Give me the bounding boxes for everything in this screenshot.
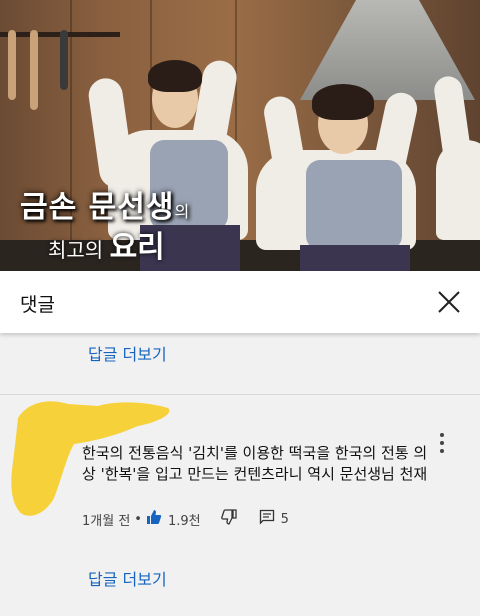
- comments-header: 댓글: [0, 271, 480, 333]
- comment-time: 1개월 전: [82, 513, 131, 529]
- thumbs-up-icon[interactable]: [146, 509, 162, 529]
- more-vert-icon[interactable]: [434, 431, 450, 455]
- video-player[interactable]: 금손 문선생의 최고의 요리: [0, 0, 480, 271]
- utensil: [60, 30, 68, 90]
- show-logo-subtitle: 최고의 요리: [48, 230, 165, 265]
- comment-meta: 1개월 전 • 1.9천 5: [82, 509, 289, 529]
- meta-separator: •: [134, 511, 142, 527]
- comments-title: 댓글: [20, 294, 55, 316]
- reply-icon[interactable]: [259, 509, 275, 529]
- like-count: 1.9천: [167, 513, 201, 529]
- divider: [0, 394, 480, 395]
- reply-count: 5: [280, 511, 289, 527]
- show-logo-title: 금손 문선생의: [20, 190, 191, 225]
- view-more-replies-button[interactable]: 답글 더보기: [88, 566, 167, 590]
- utensil: [30, 30, 38, 110]
- view-more-replies-button[interactable]: 답글 더보기: [88, 341, 167, 365]
- comment-text: 한국의 전통음식 '김치'를 이용한 떡국을 한국의 전통 의상 '한복'을 입…: [82, 444, 428, 483]
- close-icon[interactable]: [432, 285, 466, 319]
- utensil: [8, 30, 16, 100]
- thumbs-down-icon[interactable]: [220, 509, 237, 529]
